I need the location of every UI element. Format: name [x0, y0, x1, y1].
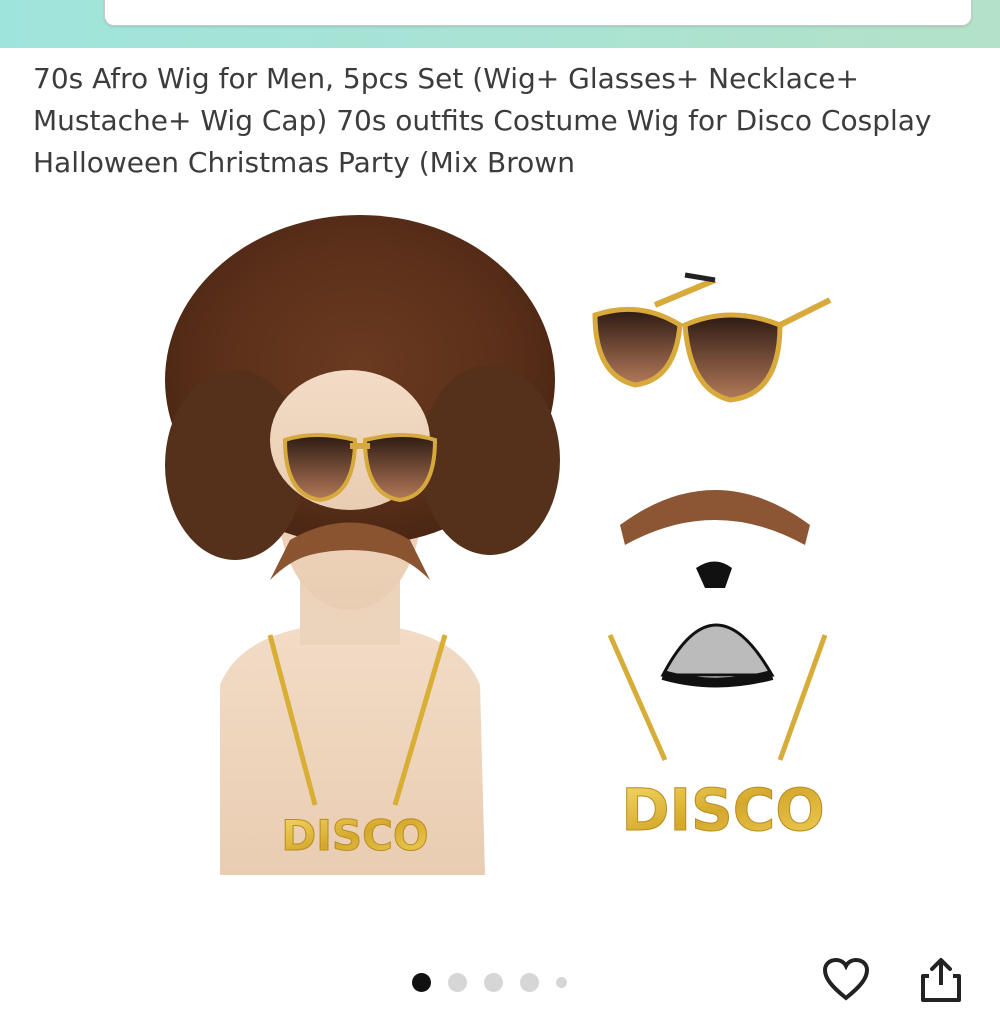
- image-dot-2[interactable]: [448, 972, 467, 992]
- image-dot-4[interactable]: [520, 972, 539, 992]
- top-search-bar: [0, 0, 1000, 48]
- share-icon: [921, 958, 961, 1002]
- necklace-disco-text: DISCO: [281, 811, 428, 860]
- necklace-disco-text-accessory: DISCO: [621, 776, 824, 844]
- mustache-accessory: [620, 490, 810, 545]
- image-pagination: [412, 970, 567, 994]
- search-input[interactable]: [104, 0, 972, 26]
- favorite-button[interactable]: [820, 955, 872, 1005]
- glasses-accessory: [592, 272, 832, 403]
- product-title: 70s Afro Wig for Men, 5pcs Set (Wig+ Gla…: [33, 62, 932, 179]
- heart-icon: [822, 957, 870, 1001]
- afro-wig: [165, 215, 560, 560]
- image-dot-3[interactable]: [484, 972, 503, 992]
- image-dot-5[interactable]: [556, 976, 567, 988]
- product-image[interactable]: DISCO DISCO: [140, 205, 860, 905]
- wig-cap: [660, 561, 775, 688]
- share-button[interactable]: [915, 955, 967, 1005]
- image-dot-1[interactable]: [412, 972, 431, 992]
